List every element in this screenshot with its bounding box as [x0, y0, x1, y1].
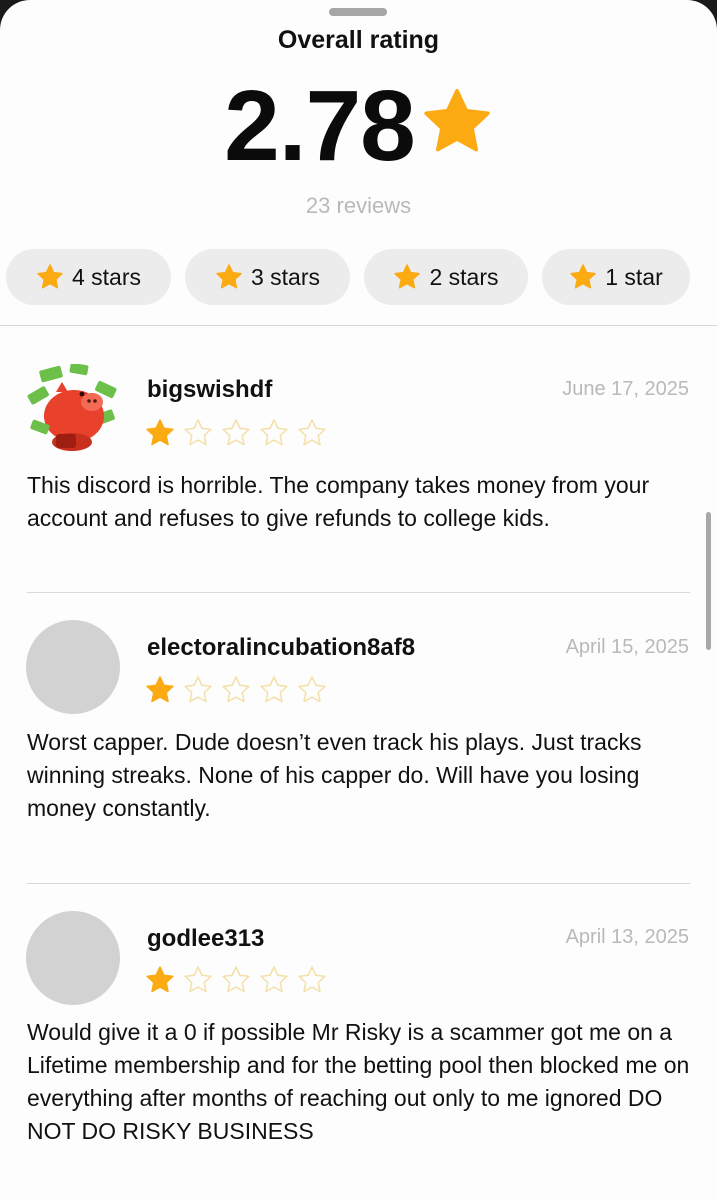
review-username[interactable]: electoralincubation8af8 — [147, 634, 415, 662]
star-empty-icon — [260, 676, 288, 703]
star-empty-icon — [184, 966, 212, 993]
review-divider — [27, 592, 690, 593]
review-text: Worst capper. Dude doesn’t even track hi… — [27, 729, 642, 821]
star-filled-icon — [146, 419, 174, 446]
star-empty-icon — [222, 966, 250, 993]
reviews-sheet: Overall rating 2.78 23 reviews 4 stars 3… — [0, 0, 717, 1200]
filter-chip-2-stars[interactable]: 2 stars — [364, 249, 528, 305]
filter-chip-1-star[interactable]: 1 star — [542, 249, 690, 305]
page-title: Overall rating — [277, 26, 440, 54]
star-filled-icon — [146, 676, 174, 703]
star-icon — [37, 264, 63, 289]
star-icon — [394, 264, 421, 289]
star-empty-icon — [260, 419, 288, 446]
header-divider — [0, 325, 717, 326]
review-star-rating — [145, 675, 327, 705]
rating-value: 2.78 — [224, 70, 416, 182]
avatar[interactable] — [26, 620, 120, 714]
filter-chip-3-stars[interactable]: 3 stars — [185, 249, 350, 305]
filter-chip-label: 4 stars — [71, 263, 142, 290]
review-text: Would give it a 0 if possible Mr Risky i… — [27, 1019, 690, 1144]
review-divider — [27, 883, 690, 884]
review-date: April 15, 2025 — [565, 636, 689, 658]
scrollbar[interactable] — [706, 512, 711, 650]
filter-chip-label: 3 stars — [250, 263, 321, 290]
star-icon — [570, 264, 596, 289]
star-empty-icon — [222, 676, 250, 703]
star-empty-icon — [298, 966, 326, 993]
review-username[interactable]: godlee313 — [147, 925, 264, 953]
filter-chip-4-stars[interactable]: 4 stars — [6, 249, 171, 305]
avatar[interactable] — [26, 362, 120, 458]
sheet-grabber-handle[interactable] — [329, 8, 387, 16]
star-empty-icon — [298, 419, 326, 446]
review-date: June 17, 2025 — [562, 378, 689, 400]
star-icon — [216, 264, 242, 289]
star-empty-icon — [222, 419, 250, 446]
reviews-count: 23 reviews — [305, 193, 412, 218]
filter-chip-label: 2 stars — [429, 263, 499, 290]
star-filter-bar: 4 stars 3 stars 2 stars 1 star — [6, 249, 690, 305]
star-icon — [424, 89, 490, 152]
review-star-rating — [145, 418, 327, 448]
star-empty-icon — [260, 966, 288, 993]
review-star-rating — [145, 965, 327, 995]
star-empty-icon — [298, 676, 326, 703]
star-filled-icon — [146, 966, 174, 993]
avatar[interactable] — [26, 911, 120, 1005]
filter-chip-label: 1 star — [605, 263, 663, 290]
star-empty-icon — [184, 676, 212, 703]
review-date: April 13, 2025 — [565, 926, 689, 948]
overall-rating: 2.78 — [0, 70, 717, 182]
piggy-bank-money-icon — [27, 362, 117, 451]
review-username[interactable]: bigswishdf — [147, 376, 272, 404]
review-text: This discord is horrible. The company ta… — [27, 472, 650, 531]
star-empty-icon — [184, 419, 212, 446]
